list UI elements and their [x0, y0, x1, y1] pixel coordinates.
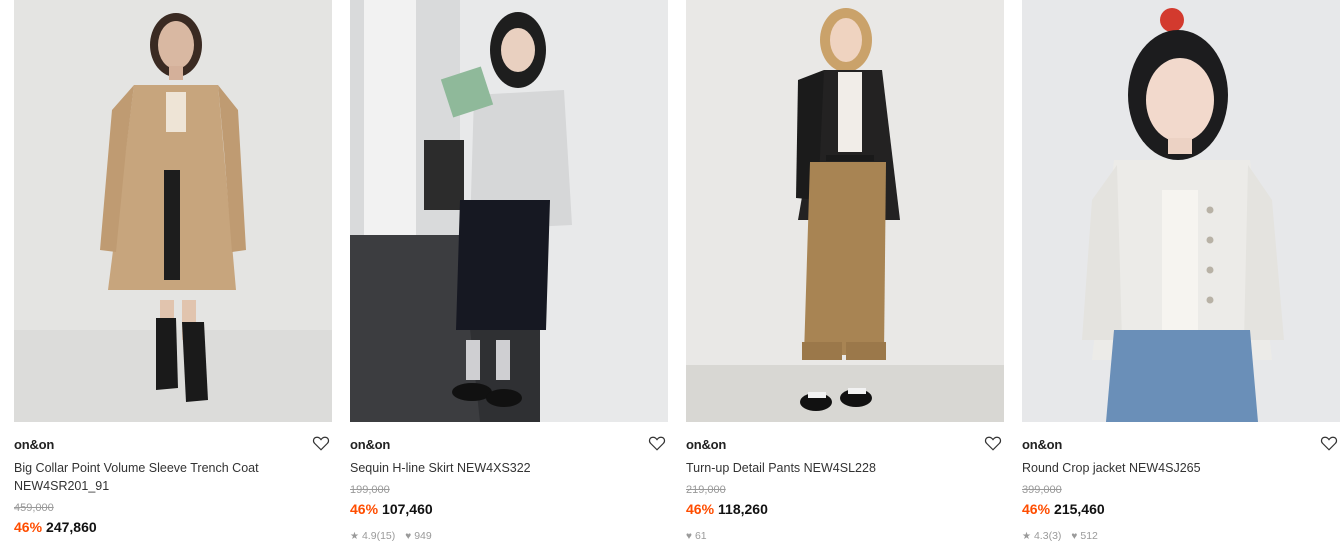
like-count: 61: [694, 530, 707, 542]
like-count: 949: [414, 530, 432, 542]
product-grid: on&on Big Collar Point Volume Sleeve Tre…: [0, 0, 1344, 547]
product-image[interactable]: [686, 0, 1004, 422]
likes: ♥ 61: [686, 530, 707, 542]
sale-price: 107,460: [382, 501, 433, 517]
sale-price: 247,860: [46, 519, 97, 535]
discount-rate: 46%: [1022, 501, 1051, 517]
discount-rate: 46%: [350, 501, 379, 517]
brand-row: on&on: [1022, 434, 1340, 454]
heart-icon[interactable]: [984, 434, 1002, 452]
product-image[interactable]: [350, 0, 668, 422]
like-count: 512: [1080, 530, 1098, 542]
brand-row: on&on: [350, 434, 668, 454]
brand-row: on&on: [14, 434, 332, 454]
heart-icon[interactable]: [312, 434, 330, 452]
likes: ♥ 512: [1071, 530, 1097, 542]
brand-name[interactable]: on&on: [350, 437, 390, 452]
rating: ★ 4.9 (15): [350, 530, 395, 542]
heart-filled-icon: ♥: [405, 530, 412, 542]
brand-name[interactable]: on&on: [14, 437, 54, 452]
original-price: 219,000: [686, 484, 726, 496]
rating-value: 4.9: [361, 530, 377, 542]
star-icon: ★: [350, 530, 359, 542]
product-image[interactable]: [14, 0, 332, 422]
review-count: (15): [376, 530, 396, 542]
product-card[interactable]: on&on Sequin H-line Skirt NEW4XS322 199,…: [350, 0, 668, 547]
likes: ♥ 949: [405, 530, 431, 542]
brand-row: on&on: [686, 434, 1004, 454]
product-card[interactable]: on&on Turn-up Detail Pants NEW4SL228 219…: [686, 0, 1004, 547]
heart-icon[interactable]: [648, 434, 666, 452]
brand-name[interactable]: on&on: [1022, 437, 1062, 452]
heart-icon[interactable]: [1320, 434, 1338, 452]
product-image[interactable]: [1022, 0, 1340, 422]
product-title[interactable]: Round Crop jacket NEW4SJ265: [1022, 459, 1322, 477]
price-row: 46% 107,460: [350, 501, 433, 517]
price-row: 46% 118,260: [686, 501, 768, 517]
product-meta: ★ 4.9 (15) ♥ 949: [350, 530, 442, 542]
product-meta: ★ 4.3 (3) ♥ 512: [1022, 530, 1108, 542]
discount-rate: 46%: [14, 519, 43, 535]
product-meta: ♥ 61: [686, 530, 717, 542]
product-title[interactable]: Turn-up Detail Pants NEW4SL228: [686, 459, 986, 477]
rating: ★ 4.3 (3): [1022, 530, 1061, 542]
heart-filled-icon: ♥: [1071, 530, 1078, 542]
brand-name[interactable]: on&on: [686, 437, 726, 452]
product-title[interactable]: Sequin H-line Skirt NEW4XS322: [350, 459, 650, 477]
price-row: 46% 215,460: [1022, 501, 1105, 517]
price-row: 46% 247,860: [14, 519, 97, 535]
review-count: (3): [1048, 530, 1062, 542]
rating-value: 4.3: [1033, 530, 1049, 542]
product-title[interactable]: Big Collar Point Volume Sleeve Trench Co…: [14, 459, 314, 495]
original-price: 399,000: [1022, 484, 1062, 496]
product-card[interactable]: on&on Round Crop jacket NEW4SJ265 399,00…: [1022, 0, 1340, 547]
product-card[interactable]: on&on Big Collar Point Volume Sleeve Tre…: [14, 0, 332, 547]
discount-rate: 46%: [686, 501, 715, 517]
star-icon: ★: [1022, 530, 1031, 542]
heart-filled-icon: ♥: [686, 530, 692, 542]
original-price: 459,000: [14, 502, 54, 514]
original-price: 199,000: [350, 484, 390, 496]
sale-price: 215,460: [1054, 501, 1105, 517]
sale-price: 118,260: [718, 501, 768, 517]
